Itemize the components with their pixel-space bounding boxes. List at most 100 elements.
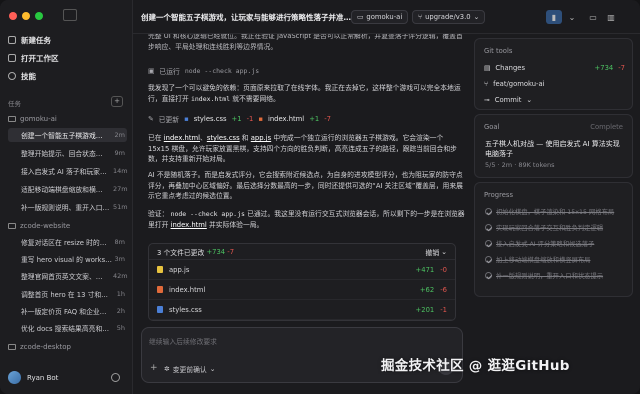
user-profile[interactable]: Ryan Bot — [8, 371, 58, 384]
changed-file-row[interactable]: styles.css +201 -1 — [149, 300, 455, 320]
folder-zcode-website[interactable]: zcode-website — [8, 220, 126, 232]
terminal-icon: ▣ — [148, 67, 155, 75]
file-link[interactable]: index.html — [171, 221, 207, 229]
text-span: 就不需要网络。 — [230, 94, 280, 103]
task-time: 51m — [113, 203, 128, 211]
terminal-icon[interactable]: ▭ — [585, 10, 601, 24]
task-title: 优化 docs 搜索结果高亮和… — [21, 325, 110, 333]
lines-added: +62 — [419, 285, 435, 294]
message-paragraph: 我发现了一个可以避免的依赖：页面原来拉取了在线字体。我正在去掉它，这样整个游戏可… — [148, 83, 466, 104]
folder-open-icon — [8, 54, 16, 62]
sidebar: 新建任务 打开工作区 技能 任务 + gomoku-ai 创建一个智能五子棋游戏… — [0, 0, 133, 394]
layout-toggle-icon[interactable]: ▮ — [546, 10, 562, 24]
minimize-window-button[interactable] — [22, 12, 30, 20]
commit-label: Commit — [494, 96, 522, 104]
exec-label: 已运行 — [159, 68, 180, 76]
split-view-icon[interactable]: ▥ — [603, 10, 619, 24]
right-panel: Git tools ▤ Changes +734 -7 ⑂ feat/gomok… — [470, 34, 640, 394]
updated-files-row: ✎ 已更新 ▪ styles.css +1 -1 ▪ index.html +1… — [148, 114, 331, 124]
file-link[interactable]: index.html — [164, 134, 200, 142]
close-window-button[interactable] — [9, 12, 17, 20]
lines-removed: -0 — [440, 265, 447, 274]
html-file-icon: ▪ — [258, 115, 263, 123]
nav-open-workspace[interactable]: 打开工作区 — [8, 51, 59, 65]
task-item[interactable]: 接入启发式 AI 落子和玩家… 14m — [8, 164, 128, 178]
task-item[interactable]: 补一版规则说明、重开入口… 51m — [8, 200, 128, 214]
new-folder-button[interactable]: + — [111, 96, 123, 107]
changed-files-card: 3 个文件已更改 +734 -7 撤销 ⌄ app.js +471 -0 ind… — [148, 243, 456, 321]
app-window: 新建任务 打开工作区 技能 任务 + gomoku-ai 创建一个智能五子棋游戏… — [0, 0, 640, 394]
updated-label: 已更新 — [158, 116, 180, 124]
task-item[interactable]: 创建一个智能五子棋游戏… 2m — [8, 128, 127, 142]
progress-text: 实现玩家回合落子交互和胜负判定逻辑 — [496, 225, 604, 232]
changes-added: +734 — [594, 64, 614, 72]
updated-file-name[interactable]: styles.css — [194, 115, 227, 123]
nav-new-task[interactable]: 新建任务 — [8, 33, 51, 47]
git-commit-row[interactable]: ⊸ Commit ⌄ — [484, 96, 625, 104]
task-item[interactable]: 补一版定价页 FAQ 和企业… 2h — [8, 304, 127, 318]
maximize-window-button[interactable] — [35, 12, 43, 20]
branch-icon: ⑂ — [484, 80, 489, 88]
tasks-section-label: 任务 — [8, 100, 21, 108]
new-task-icon — [8, 36, 16, 44]
folder-zcode-desktop[interactable]: zcode-desktop — [8, 341, 126, 353]
folder-name: zcode-desktop — [20, 343, 72, 351]
exec-command: node --check app.js — [184, 67, 260, 75]
progress-text: 初始化棋盘，棋子渲染和 15x15 网格布局 — [496, 209, 615, 216]
add-attachment-icon[interactable]: + — [150, 363, 158, 373]
task-title: 补一版规则说明、重开入口… — [21, 204, 110, 212]
task-time: 14m — [113, 167, 128, 175]
task-title: 补一版定价页 FAQ 和企业… — [21, 308, 107, 316]
chevron-down-icon: ⌄ — [473, 13, 480, 21]
panel-chevron-icon[interactable]: ⌄ — [564, 10, 580, 24]
chevron-down-icon[interactable]: ⌄ — [441, 248, 447, 256]
mode-icon: ✲ — [164, 365, 170, 373]
task-time: 9m — [114, 149, 125, 157]
task-item[interactable]: 优化 docs 搜索结果高亮和… 5h — [8, 321, 127, 335]
text-span: 和 — [239, 134, 251, 142]
lines-added: +471 — [415, 265, 435, 274]
repo-selector[interactable]: ▭ gomoku-ai — [351, 10, 409, 24]
branch-selector[interactable]: ⑂ upgrade/v3.0 ⌄ — [412, 10, 486, 24]
sidebar-toggle-icon[interactable] — [63, 9, 77, 21]
task-item[interactable]: 整理官网首页英文文案、… 42m — [8, 269, 128, 283]
lines-added: +201 — [415, 305, 435, 314]
goal-status: Complete — [590, 123, 623, 131]
task-title: 创建一个智能五子棋游戏… — [21, 132, 103, 140]
top-bar: 创建一个智能五子棋游戏，让玩家与能够进行策略性落子并准确判断胜负的AI对战 ▭ … — [133, 0, 640, 34]
git-branch-row[interactable]: ⑂ feat/gomoku-ai — [484, 80, 625, 88]
folder-gomoku-ai[interactable]: gomoku-ai — [8, 113, 126, 125]
executed-command[interactable]: ▣ 已运行 node --check app.js — [148, 66, 259, 76]
folder-name: gomoku-ai — [20, 115, 57, 123]
task-item[interactable]: 重写 hero visual 的 works… 3m — [8, 252, 127, 266]
total-added: +734 — [206, 247, 226, 256]
text-span: 、 — [200, 134, 207, 142]
file-link[interactable]: app.js — [251, 134, 271, 142]
changed-file-row[interactable]: app.js +471 -0 — [149, 260, 455, 280]
goal-label: Goal — [484, 123, 500, 131]
user-name: Ryan Bot — [27, 373, 59, 382]
css-file-icon: ▪ — [184, 115, 189, 123]
file-link[interactable]: styles.css — [207, 134, 240, 142]
revert-button[interactable]: 撤销 — [426, 247, 440, 257]
inline-code: node --check app.js — [170, 210, 245, 218]
nav-skills[interactable]: 技能 — [8, 69, 36, 83]
progress-item: 实现玩家回合落子交互和胜负判定逻辑 — [485, 223, 625, 232]
composer-input[interactable]: 继续输入后续修改要求 — [149, 336, 217, 346]
changes-icon: ▤ — [484, 64, 491, 72]
lines-removed: -7 — [324, 115, 332, 123]
goal-card: Goal Complete 五子棋人机对战 — 使用启发式 AI 算法实现电脑落… — [474, 114, 633, 178]
task-item[interactable]: 整理开始提示、回合状态… 9m — [8, 146, 127, 160]
task-title: 适配移动端棋盘缩放和横… — [21, 186, 103, 194]
task-item[interactable]: 适配移动端棋盘缩放和横… 27m — [8, 182, 128, 196]
git-changes-row[interactable]: ▤ Changes +734 -7 — [484, 64, 625, 72]
updated-file-name[interactable]: index.html — [268, 115, 304, 123]
mode-selector[interactable]: ✲ 变更前确认 ⌄ — [164, 364, 215, 374]
gear-icon[interactable] — [111, 373, 120, 382]
progress-text: 接入启发式 AI 评分策略和候选落子 — [496, 241, 595, 248]
lines-added: +1 — [309, 115, 320, 123]
task-item[interactable]: 调整首页 hero 在 13 寸和移… 1h — [8, 287, 127, 301]
message-paragraph: 完整 UI 和核心逻辑已经就位。我正在验证 JavaScript 是否可以正常解… — [148, 34, 463, 51]
task-item[interactable]: 修复对话区在 resize 时的… 8m — [8, 235, 127, 249]
changed-file-row[interactable]: index.html +62 -6 — [149, 280, 455, 300]
